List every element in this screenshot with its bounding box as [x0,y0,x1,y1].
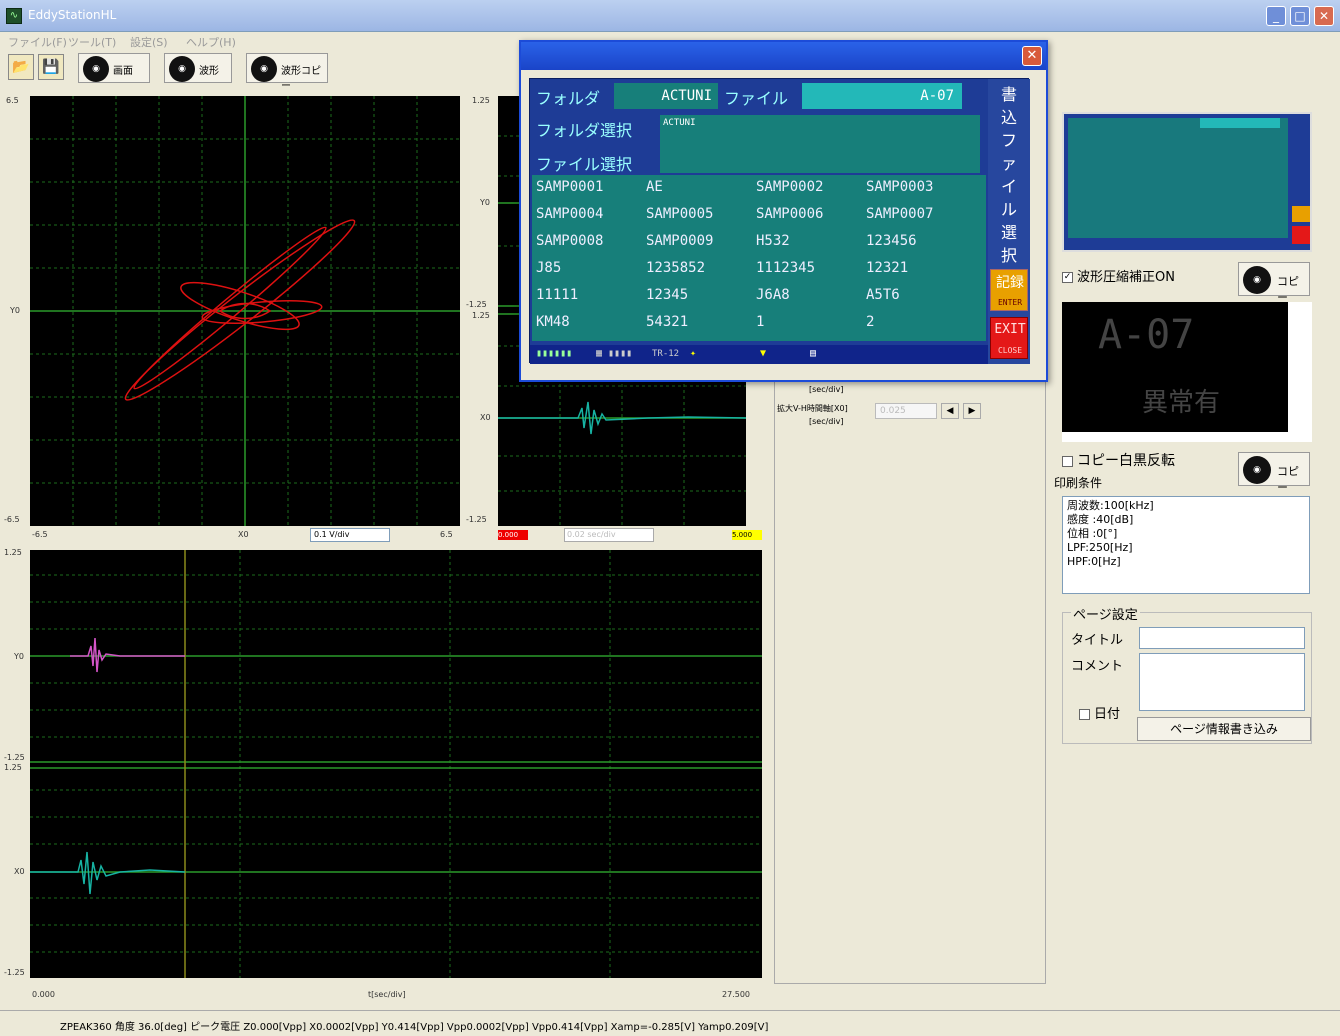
wave-copy-button[interactable]: ◉ 波形 [164,53,232,83]
check-icon: ✓ [1062,272,1073,283]
app-icon: ∿ [6,8,22,24]
wave-copy2-button[interactable]: ◉ 波形コピー [246,53,328,92]
menu-settings[interactable]: 設定(S) [130,34,168,50]
record-button[interactable]: 記録 ENTER [990,269,1028,311]
spin-left-button[interactable]: ◀ [941,403,959,419]
minimize-button[interactable]: _ [1266,6,1286,26]
page-comment-input[interactable] [1139,653,1305,711]
file-item[interactable]: SAMP0009 [646,233,713,249]
invert-checkbox[interactable]: コピー白黒反転 [1062,450,1175,470]
file-item[interactable]: 12345 [646,287,688,303]
camera-icon: ◉ [1243,456,1271,484]
print-conditions-box[interactable]: 周波数:100[kHz] 感度 :40[dB] 位相 :0[°] LPF:250… [1062,496,1310,594]
save-icon[interactable]: 💾 [38,54,64,80]
folder-list[interactable]: ACTUNI [660,115,980,173]
file-item[interactable]: KM48 [536,314,570,330]
camera-icon: ◉ [83,56,109,82]
page-title-input[interactable] [1139,627,1305,649]
copy-button-1[interactable]: ◉ コピー [1238,262,1310,304]
menu-help[interactable]: ヘルプ(H) [186,34,236,50]
file-item[interactable]: AE [646,179,663,195]
file-item[interactable]: SAMP0004 [536,206,603,222]
result-display: A-07 異常有 [1062,302,1288,432]
copy-button-2[interactable]: ◉ コピー [1238,452,1310,494]
file-item[interactable]: 1235852 [646,260,705,276]
zoom-time-input[interactable]: 0.025 [875,403,937,419]
write-file-select-label: 書込ファイル選択 [1000,85,1017,265]
signal-icon: ▼ [760,348,767,359]
page-settings-group: ページ設定 タイトル コメント 日付 ページ情報書き込み [1062,604,1312,744]
file-select-dialog: ✕ フォルダ ACTUNI ファイル A-07 フォルダ選択 ACTUNI ファ… [519,40,1048,382]
file-item[interactable]: 11111 [536,287,578,303]
dialog-status-row: ▮▮▮▮▮▮ ▦ ▮▮▮▮ TR-12 ✦ ▼ ▤ [530,345,988,364]
time-scale-spinner[interactable]: 0.02 sec/div [564,528,654,542]
thumbnail-preview [1062,112,1312,252]
file-item[interactable]: SAMP0005 [646,206,713,222]
dialog-titlebar [521,42,1046,70]
maximize-button[interactable]: □ [1290,6,1310,26]
result-display-frame: A-07 異常有 [1062,302,1312,442]
date-checkbox[interactable]: 日付 [1079,703,1120,722]
lissajous-plot[interactable] [30,96,460,526]
measurement-readout: ZPEAK360 角度 36.0[deg] ピーク電圧 Z0.000[Vpp] … [60,1022,769,1033]
memory-icon: ▦ ▮▮▮▮ [596,348,633,359]
file-item[interactable]: 12321 [866,260,908,276]
lissajous-svg [30,96,460,526]
compress-checkbox[interactable]: ✓ 波形圧縮補正ON [1062,266,1175,285]
menu-tools[interactable]: ツール(T) [68,34,116,50]
file-panel: フォルダ ACTUNI ファイル A-07 フォルダ選択 ACTUNI ファイル… [529,78,1030,364]
file-item[interactable]: SAMP0008 [536,233,603,249]
settings-panel: [sec/div] 拡大V-H時間軸[X0] [sec/div] 0.025 ◀… [774,372,1046,984]
document-icon: ▤ [810,348,817,359]
battery-icon: ▮▮▮▮▮▮ [536,348,573,359]
file-item[interactable]: SAMP0002 [756,179,823,195]
file-item[interactable]: 1 [756,314,764,330]
file-item[interactable]: J6A8 [756,287,790,303]
file-item[interactable]: J85 [536,260,561,276]
magenta-trace [70,637,185,673]
file-item[interactable]: A5T6 [866,287,900,303]
signal-trace-large [30,851,186,895]
file-item[interactable]: H532 [756,233,790,249]
open-folder-icon[interactable]: 📂 [8,54,34,80]
file-item[interactable]: 123456 [866,233,917,249]
statusbar: ZPEAK360 角度 36.0[deg] ピーク電圧 Z0.000[Vpp] … [0,1010,1340,1036]
exit-button[interactable]: EXIT CLOSE [990,317,1028,359]
window-titlebar: ∿ EddyStationHL _ □ ✕ [0,0,1340,32]
close-button[interactable]: ✕ [1314,6,1334,26]
lissajous-scale-spinner[interactable]: 0.1 V/div [310,528,390,542]
camera-icon: ◉ [251,56,277,82]
file-item[interactable]: SAMP0001 [536,179,603,195]
lissajous-trace [124,219,356,401]
file-item[interactable]: 54321 [646,314,688,330]
time-plot-large-svg [30,550,762,978]
time-plot-large[interactable] [30,550,762,978]
camera-icon: ◉ [1243,266,1271,294]
screen-copy-button[interactable]: ◉ 画面 [78,53,150,83]
bulb-icon: ✦ [690,348,697,359]
window-title: EddyStationHL [28,8,117,22]
menu-file[interactable]: ファイル(F) [8,34,67,50]
file-item[interactable]: 2 [866,314,874,330]
dialog-side-column: 書込ファイル選択 記録 ENTER EXIT CLOSE [988,79,1030,364]
folder-value: ACTUNI [614,83,718,109]
file-item[interactable]: SAMP0006 [756,206,823,222]
file-value[interactable]: A-07 [802,83,962,109]
file-item[interactable]: SAMP0007 [866,206,933,222]
dialog-close-button[interactable]: ✕ [1022,46,1042,66]
file-item[interactable]: SAMP0003 [866,179,933,195]
camera-icon: ◉ [169,56,195,82]
spin-right-button[interactable]: ▶ [963,403,981,419]
file-item[interactable]: 1112345 [756,260,815,276]
write-page-info-button[interactable]: ページ情報書き込み [1137,717,1311,741]
